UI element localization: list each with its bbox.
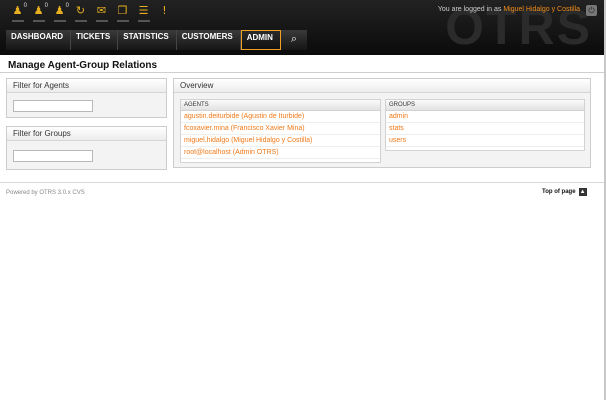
agent-row[interactable]: fcoxavier.mina (Francisco Xavier Mina) [181, 123, 380, 135]
agent-row[interactable]: root@localhost (Admin OTRS) [181, 147, 380, 159]
logout-icon[interactable]: ⏻ [586, 5, 597, 16]
nav-dashboard[interactable]: DASHBOARD [6, 30, 71, 50]
agent-row[interactable]: agustin.deiturbide (Agustin de Iturbide) [181, 111, 380, 123]
search-icon[interactable]: ⌕ [280, 30, 307, 50]
group-row[interactable]: stats [386, 123, 584, 135]
header-bar: OTRS ♟ 0 ♟ 0 ♟ 0 ↻ ✉ ❐ ☰ ! You are logge… [0, 0, 606, 55]
filter-groups-box: Filter for Groups [6, 126, 167, 170]
escalation-icon[interactable]: ! [155, 5, 174, 25]
responsible-tickets-count: 0 [65, 3, 69, 9]
top-of-page-link[interactable]: Top of page ▲ [542, 188, 587, 196]
login-prefix: You are logged in as [437, 6, 502, 13]
refresh-icon[interactable]: ↻ [71, 5, 90, 25]
overview-title: Overview [174, 79, 590, 93]
groups-table: GROUPS admin stats users [385, 99, 585, 151]
watched-tickets-count: 0 [44, 3, 48, 9]
user-name-link[interactable]: Miguel Hidalgo y Costilla [503, 6, 580, 13]
agents-table: AGENTS agustin.deiturbide (Agustin de It… [180, 99, 381, 163]
new-email-ticket-icon[interactable]: ❐ [113, 5, 132, 25]
nav-tickets[interactable]: TICKETS [71, 30, 119, 50]
title-divider [0, 72, 606, 73]
nav-admin[interactable]: ADMIN [240, 30, 281, 50]
footer-divider [0, 182, 606, 183]
queue-view-icon[interactable]: ☰ [134, 5, 153, 25]
locked-tickets-count: 0 [23, 3, 27, 9]
groups-header: GROUPS [386, 100, 584, 111]
top-of-page-label: Top of page [542, 189, 576, 195]
main-nav: DASHBOARD TICKETS STATISTICS CUSTOMERS A… [6, 30, 307, 50]
toolbar: ♟ 0 ♟ 0 ♟ 0 ↻ ✉ ❐ ☰ ! [8, 3, 174, 25]
filter-agents-box: Filter for Agents [6, 78, 167, 118]
group-row[interactable]: users [386, 135, 584, 147]
filter-agents-title: Filter for Agents [7, 79, 166, 93]
overview-box: Overview AGENTS agustin.deiturbide (Agus… [173, 78, 591, 168]
group-row[interactable]: admin [386, 111, 584, 123]
filter-agents-input[interactable] [13, 100, 93, 112]
nav-statistics[interactable]: STATISTICS [118, 30, 177, 50]
agent-row[interactable]: miguel.hidalgo (Miguel Hidalgo y Costill… [181, 135, 380, 147]
filter-groups-input[interactable] [13, 150, 93, 162]
new-phone-ticket-icon[interactable]: ✉ [92, 5, 111, 25]
agents-header: AGENTS [181, 100, 380, 111]
powered-by: Powered by OTRS 3.0.x CVS [6, 190, 85, 196]
page-title: Manage Agent-Group Relations [8, 60, 158, 71]
filter-groups-title: Filter for Groups [7, 127, 166, 141]
login-info: You are logged in as Miguel Hidalgo y Co… [438, 6, 580, 13]
responsible-tickets-icon[interactable]: ♟ 0 [50, 3, 69, 25]
locked-tickets-icon[interactable]: ♟ 0 [8, 3, 27, 25]
watched-tickets-icon[interactable]: ♟ 0 [29, 3, 48, 25]
arrow-up-icon: ▲ [578, 188, 587, 196]
nav-customers[interactable]: CUSTOMERS [176, 30, 241, 50]
